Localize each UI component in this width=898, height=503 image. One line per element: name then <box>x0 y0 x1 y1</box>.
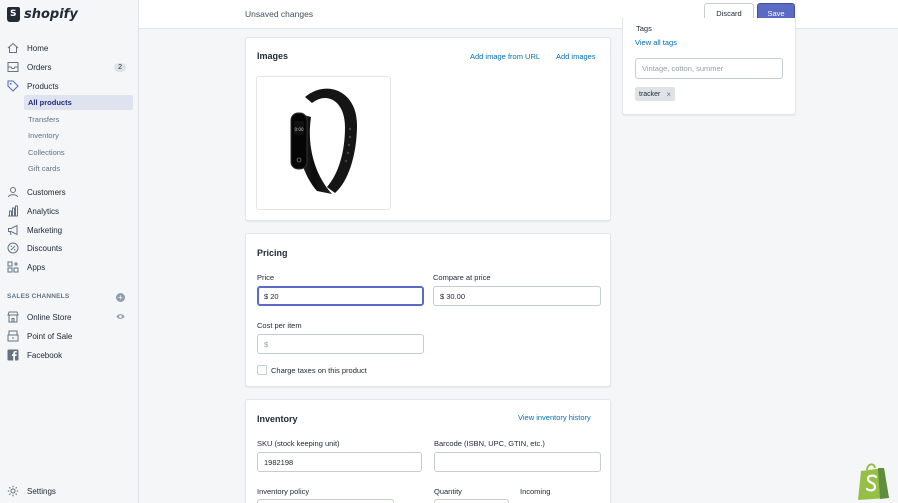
incoming-label: Incoming <box>520 487 551 496</box>
sidebar-item-label: Orders <box>27 62 52 72</box>
cost-per-item-placeholder: $ <box>264 339 269 349</box>
sidebar-item-label: Point of Sale <box>27 331 73 341</box>
barcode-label: Barcode (ISBN, UPC, GTIN, etc.) <box>434 439 545 448</box>
sidebar-subitem-transfers[interactable]: Transfers <box>24 112 133 127</box>
sku-value: 1982198 <box>264 457 294 467</box>
sidebar-item-label: Products <box>27 81 59 91</box>
shopify-logo[interactable]: shopify <box>7 5 78 23</box>
add-channel-icon[interactable]: + <box>116 293 125 302</box>
sidebar: shopify Home Orders 2 Products All produ… <box>0 0 139 503</box>
tags-card-title: Tags <box>636 24 652 33</box>
inventory-card-title: Inventory <box>257 414 298 424</box>
view-all-tags-link[interactable]: View all tags <box>635 38 677 47</box>
compare-at-price-value: $ 30.00 <box>440 291 466 301</box>
sidebar-subitem-all-products[interactable]: All products <box>24 95 133 110</box>
apps-icon <box>7 261 19 273</box>
store-icon <box>7 311 19 323</box>
sidebar-item-label: Online Store <box>27 312 72 322</box>
sidebar-item-analytics[interactable]: Analytics <box>0 203 139 219</box>
sidebar-subitem-collections[interactable]: Collections <box>24 145 133 160</box>
discount-icon <box>7 242 19 254</box>
sidebar-item-products[interactable]: Products <box>0 78 139 94</box>
product-image[interactable]: 0:00 <box>256 76 391 210</box>
person-icon <box>8 187 18 198</box>
price-value: $ 20 <box>264 291 279 301</box>
shopify-bag-icon[interactable] <box>856 462 890 500</box>
inventory-policy-select[interactable] <box>257 499 394 503</box>
inventory-policy-label: Inventory policy <box>257 487 310 496</box>
sidebar-subitem-gift-cards[interactable]: Gift cards <box>24 161 133 176</box>
remove-tag-icon[interactable]: × <box>666 90 671 99</box>
sidebar-item-label: Apps <box>27 262 46 272</box>
sidebar-item-label: Customers <box>27 187 66 197</box>
sidebar-item-home[interactable]: Home <box>0 40 139 56</box>
sidebar-item-settings[interactable]: Settings <box>0 483 139 499</box>
shopify-bag-icon <box>7 6 20 22</box>
add-images-link[interactable]: Add images <box>556 52 596 61</box>
megaphone-icon <box>8 224 18 236</box>
sidebar-item-label: Marketing <box>27 225 63 235</box>
tags-input-placeholder: Vintage, cotton, summer <box>642 64 724 73</box>
view-inventory-history-link[interactable]: View inventory history <box>518 413 591 422</box>
unsaved-changes-title: Unsaved changes <box>245 9 314 19</box>
sidebar-item-facebook[interactable]: Facebook <box>0 347 139 363</box>
eye-icon[interactable] <box>116 312 125 321</box>
inventory-card: Inventory View inventory history SKU (st… <box>245 399 611 503</box>
orders-count-badge: 2 <box>114 62 126 72</box>
sidebar-item-discounts[interactable]: Discounts <box>0 240 139 256</box>
quantity-input[interactable] <box>434 499 509 503</box>
brand-name: shopify <box>24 6 78 22</box>
sku-input[interactable]: 1982198 <box>257 452 422 472</box>
price-label: Price <box>257 273 275 282</box>
sidebar-item-label: Facebook <box>27 350 63 360</box>
images-card-title: Images <box>257 51 289 61</box>
sidebar-item-marketing[interactable]: Marketing <box>0 222 139 238</box>
quantity-label: Quantity <box>434 487 462 496</box>
sidebar-item-apps[interactable]: Apps <box>0 259 139 275</box>
facebook-icon <box>7 349 19 361</box>
pricing-card: Pricing Price $ 20 Compare at price $ 30… <box>245 233 611 387</box>
tags-input[interactable]: Vintage, cotton, summer <box>635 58 783 79</box>
sidebar-item-label: Analytics <box>27 206 60 216</box>
pos-icon <box>7 330 19 342</box>
sidebar-subitem-inventory[interactable]: Inventory <box>24 128 133 143</box>
compare-at-price-label: Compare at price <box>433 273 491 282</box>
home-icon <box>7 42 19 53</box>
price-input[interactable]: $ 20 <box>257 286 424 306</box>
tag-chip: tracker × <box>635 87 676 101</box>
sidebar-item-label: Discounts <box>27 243 63 253</box>
cost-per-item-label: Cost per item <box>257 321 302 330</box>
barcode-input[interactable] <box>434 452 601 472</box>
sidebar-item-label: Home <box>27 43 49 53</box>
cost-per-item-input[interactable]: $ <box>257 334 424 354</box>
add-image-from-url-link[interactable]: Add image from URL <box>470 52 540 61</box>
sidebar-item-point-of-sale[interactable]: Point of Sale <box>0 328 139 344</box>
tag-icon <box>7 80 19 92</box>
sidebar-item-orders[interactable]: Orders 2 <box>0 59 139 75</box>
bar-chart-icon <box>8 205 18 217</box>
sidebar-item-label: Settings <box>27 486 56 496</box>
gear-icon <box>7 485 19 497</box>
charge-taxes-label: Charge taxes on this product <box>271 366 367 375</box>
sales-channels-heading: SALES CHANNELS <box>7 293 70 300</box>
charge-taxes-checkbox[interactable] <box>257 365 267 375</box>
fitness-tracker-image: 0:00 <box>290 88 357 194</box>
sidebar-item-customers[interactable]: Customers <box>0 184 139 200</box>
tag-chip-label: tracker <box>639 90 661 98</box>
sku-label: SKU (stock keeping unit) <box>257 439 340 448</box>
orders-icon <box>7 62 19 72</box>
svg-text:0:00: 0:00 <box>295 127 304 132</box>
compare-at-price-input[interactable]: $ 30.00 <box>433 286 601 306</box>
pricing-card-title: Pricing <box>257 248 288 258</box>
